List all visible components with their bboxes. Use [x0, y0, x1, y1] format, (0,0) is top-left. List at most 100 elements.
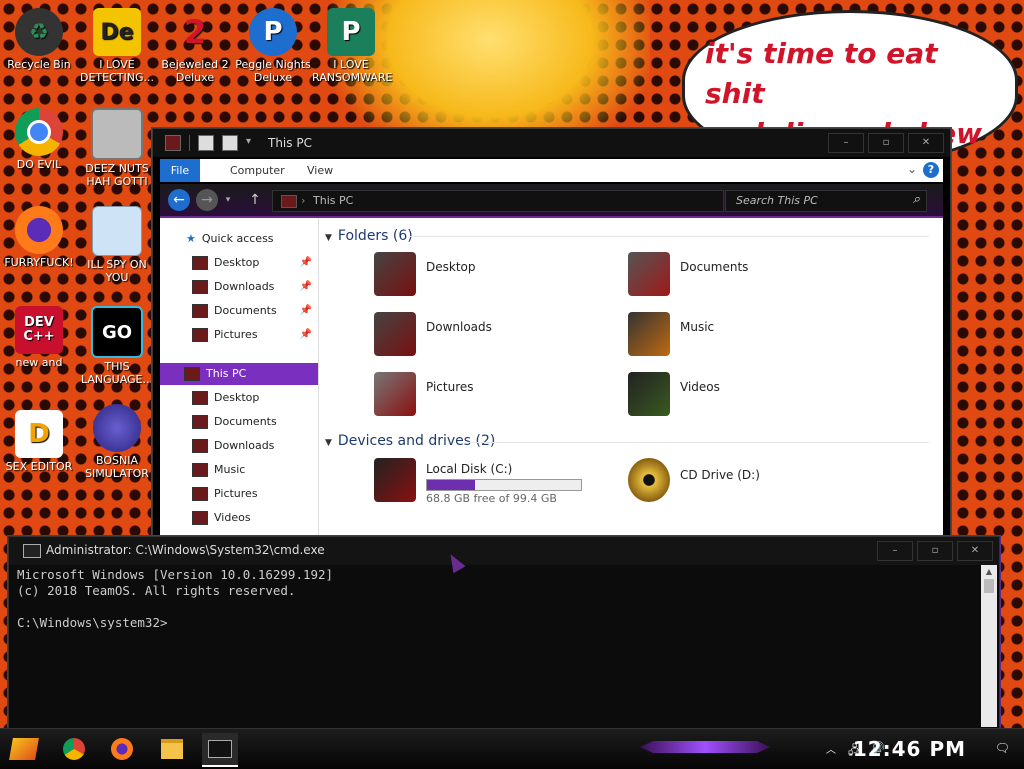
close-button[interactable]: ✕ [957, 541, 993, 561]
nav-label: Downloads [214, 439, 275, 452]
nav-quick-pictures[interactable]: Pictures 📌 [160, 324, 318, 346]
taskbar-chrome[interactable] [56, 733, 92, 765]
group-header-label: Devices and drives (2) [337, 433, 496, 449]
folder-tile-documents[interactable]: Documents [628, 252, 858, 302]
nav-pc-documents[interactable]: Documents [160, 411, 318, 433]
nav-label: Quick access [201, 232, 274, 245]
desktop-icon-de-app[interactable]: De I LOVE DETECTING... [78, 8, 156, 84]
pin-icon[interactable]: 📌 [300, 276, 312, 298]
folder-icon [192, 439, 208, 453]
folder-tile-videos[interactable]: Videos [628, 372, 858, 422]
nav-quick-documents[interactable]: Documents 📌 [160, 300, 318, 322]
desktop-icon-devcpp[interactable]: DEV C++ new and [0, 306, 78, 369]
navigation-pane[interactable]: ★ Quick access Desktop 📌 Downloads 📌 Docume… [160, 218, 319, 536]
notifications-icon[interactable]: 🗨 [995, 741, 1010, 755]
nav-quick-access[interactable]: ★ Quick access [160, 228, 318, 250]
pin-icon[interactable]: 📌 [300, 252, 312, 274]
collapse-chevron-icon[interactable]: ▼ [325, 438, 332, 448]
scroll-thumb[interactable] [984, 579, 994, 593]
desktop-icon-deez-nuts[interactable]: DEEZ NUTS HAH GOTTI [78, 108, 156, 188]
taskbar-firefox[interactable] [104, 733, 140, 765]
documents-folder-icon [628, 252, 670, 296]
desktop-icon-sex-editor[interactable]: D SEX EDITOR [0, 410, 78, 473]
folder-tile-desktop[interactable]: Desktop [374, 252, 604, 302]
explorer-titlebar[interactable]: ▾ This PC – ▫ ✕ [153, 129, 950, 157]
taskbar-cmd[interactable] [202, 733, 238, 767]
nav-pc-music[interactable]: Music [160, 459, 318, 481]
nav-pc-pictures[interactable]: Pictures [160, 483, 318, 505]
desktop-icon-bosnia[interactable]: BOSNIA SIMULATOR [78, 404, 156, 480]
folder-icon [192, 280, 208, 294]
start-button[interactable] [6, 733, 42, 765]
pin-icon[interactable]: 📌 [300, 324, 312, 346]
firefox-icon [15, 206, 63, 254]
desktop-icon-label: FURRYFUCK! [4, 256, 74, 269]
group-header-label: Folders (6) [337, 228, 413, 244]
desktop-icon-do-evil[interactable]: DO EVIL [0, 108, 78, 171]
recycle-bin-icon: ♻ [15, 8, 63, 56]
folder-tile-music[interactable]: Music [628, 312, 858, 362]
desktop-icon-furry[interactable]: FURRYFUCK! [0, 206, 78, 269]
nav-pc-downloads[interactable]: Downloads [160, 435, 318, 457]
desktop-folder-icon [374, 252, 416, 296]
explorer-window[interactable]: ▾ This PC – ▫ ✕ File Computer View ⌄ ? ←… [152, 128, 951, 538]
clock[interactable]: 12:46 PM [853, 737, 966, 761]
scroll-up-icon[interactable]: ▲ [981, 565, 997, 579]
drive-free-space: 68.8 GB free of 99.4 GB [426, 492, 557, 505]
tab-file[interactable]: File [160, 159, 200, 182]
folder-tile-pictures[interactable]: Pictures [374, 372, 604, 422]
nav-pc-desktop[interactable]: Desktop [160, 387, 318, 409]
properties-icon[interactable] [198, 135, 214, 151]
nav-quick-desktop[interactable]: Desktop 📌 [160, 252, 318, 274]
cmd-window[interactable]: Administrator: C:\Windows\System32\cmd.e… [8, 536, 1000, 730]
up-button[interactable]: ↑ [244, 189, 266, 211]
desktop-icon-spy[interactable]: ILL SPY ON YOU [78, 206, 156, 284]
drive-tile-d[interactable]: CD Drive (D:) [628, 458, 858, 508]
desktop-icon-goland[interactable]: GO THIS LANGUAGE... [78, 306, 156, 386]
nav-label: Desktop [214, 256, 260, 269]
desktop-icon-recycle-bin[interactable]: ♻ Recycle Bin [0, 8, 78, 71]
nav-label: This PC [206, 367, 247, 380]
help-icon[interactable]: ? [923, 162, 939, 178]
desktop-icon-peggle[interactable]: P Peggle Nights Deluxe [234, 8, 312, 84]
cmd-titlebar[interactable]: Administrator: C:\Windows\System32\cmd.e… [9, 537, 999, 565]
address-input[interactable]: › This PC [272, 190, 724, 212]
drives-group-header[interactable]: ▼ Devices and drives (2) [325, 433, 495, 449]
minimize-button[interactable]: – [877, 541, 913, 561]
new-folder-icon[interactable] [222, 135, 238, 151]
search-icon: ⌕ [912, 192, 920, 207]
minimize-button[interactable]: – [828, 133, 864, 153]
customize-dropdown-icon[interactable]: ▾ [246, 136, 260, 150]
taskbar-file-explorer[interactable] [154, 733, 190, 765]
folder-icon [161, 739, 183, 759]
nav-quick-downloads[interactable]: Downloads 📌 [160, 276, 318, 298]
chrome-icon [15, 108, 63, 156]
content-pane[interactable]: ▼ Folders (6) Desktop Documents Downloads… [319, 218, 943, 536]
maximize-button[interactable]: ▫ [868, 133, 904, 153]
desktop-icon-ransomware[interactable]: P I LOVE RANSOMWARE [312, 8, 392, 84]
desktop-icon-label: SEX EDITOR [5, 460, 73, 473]
tab-computer[interactable]: Computer [220, 159, 295, 182]
drive-tile-c[interactable]: Local Disk (C:) 68.8 GB free of 99.4 GB [374, 458, 604, 508]
window-title: This PC [268, 136, 312, 150]
forward-button[interactable]: → [196, 189, 218, 211]
collapse-chevron-icon[interactable]: ▼ [325, 233, 332, 243]
folders-group-header[interactable]: ▼ Folders (6) [325, 228, 413, 244]
console-output[interactable]: Microsoft Windows [Version 10.0.16299.19… [17, 567, 333, 631]
this-pc-icon [184, 367, 200, 381]
expand-ribbon-icon[interactable]: ⌄ [907, 162, 917, 176]
nav-this-pc[interactable]: This PC [160, 363, 318, 385]
search-input[interactable]: Search This PC ⌕ [725, 190, 927, 212]
folder-tile-downloads[interactable]: Downloads [374, 312, 604, 362]
show-hidden-icons-icon[interactable]: ︿ [826, 741, 836, 756]
desktop-icon-label: DO EVIL [16, 158, 62, 171]
back-button[interactable]: ← [168, 189, 190, 211]
pin-icon[interactable]: 📌 [300, 300, 312, 322]
maximize-button[interactable]: ▫ [917, 541, 953, 561]
recent-locations-icon[interactable]: ▾ [222, 189, 234, 211]
cmd-scrollbar[interactable]: ▲ [981, 565, 997, 727]
desktop-icon-bejeweled[interactable]: 2 Bejeweled 2 Deluxe [156, 8, 234, 85]
tab-view[interactable]: View [297, 159, 343, 182]
nav-pc-videos[interactable]: Videos [160, 507, 318, 529]
close-button[interactable]: ✕ [908, 133, 944, 153]
